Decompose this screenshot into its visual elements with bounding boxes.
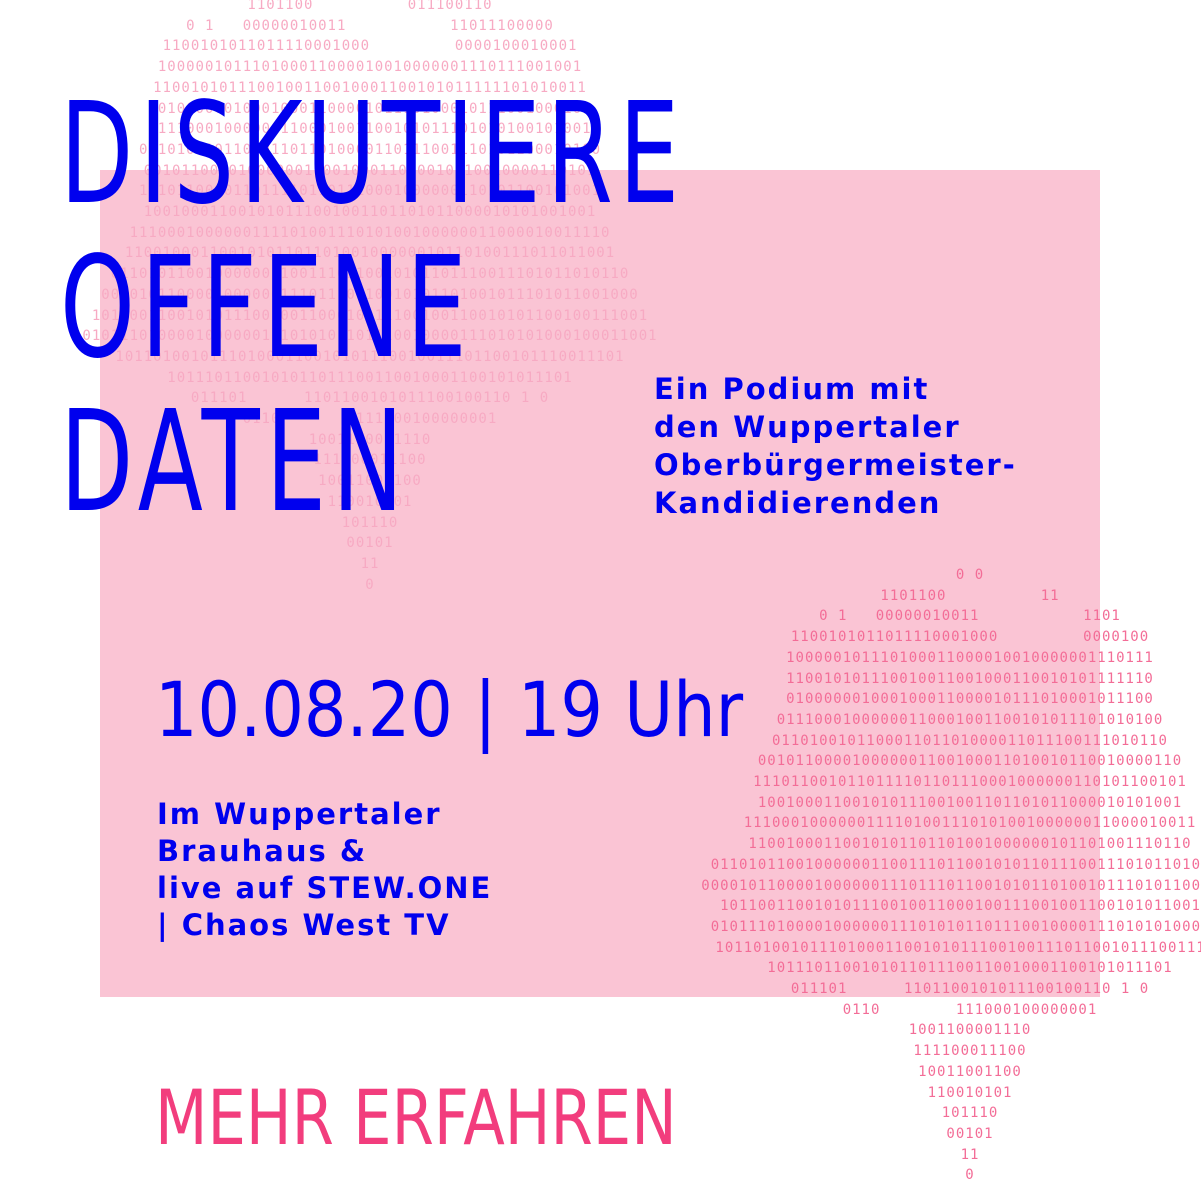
headline: DISKUTIERE OFFENE DATEN xyxy=(60,78,685,540)
event-datetime: 10.08.20 | 19 Uhr xyxy=(155,665,744,754)
headline-line-3: DATEN xyxy=(60,381,410,544)
subtitle: Ein Podium mit den Wuppertaler Oberbürge… xyxy=(654,370,1017,522)
binary-map-decoration-bottom: 0 0 1101100 11 0 1 00000010011 1101 1100… xyxy=(701,567,1201,1184)
subtitle-line-2: den Wuppertaler xyxy=(654,410,961,444)
headline-line-2: OFFENE xyxy=(60,227,473,390)
learn-more-link[interactable]: MEHR ERFAHREN xyxy=(155,1076,677,1160)
location-line-2: Brauhaus & xyxy=(157,834,368,868)
event-location: Im Wuppertaler Brauhaus & live auf STEW.… xyxy=(157,796,492,944)
subtitle-line-1: Ein Podium mit xyxy=(654,372,930,406)
headline-line-1: DISKUTIERE xyxy=(60,73,686,236)
location-line-4: | Chaos West TV xyxy=(157,908,451,942)
location-line-1: Im Wuppertaler xyxy=(157,797,442,831)
location-line-3: live auf STEW.ONE xyxy=(157,871,493,905)
subtitle-line-4: Kandidierenden xyxy=(654,486,942,520)
subtitle-line-3: Oberbürgermeister- xyxy=(654,448,1017,482)
